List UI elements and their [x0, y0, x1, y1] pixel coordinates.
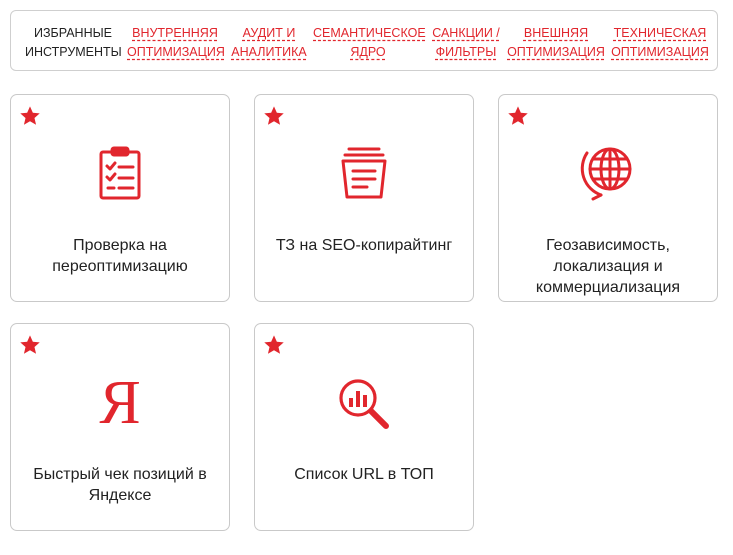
clipboard-checklist-icon: [99, 146, 141, 200]
globe-icon: [580, 147, 632, 201]
yandex-icon: Я: [99, 369, 141, 437]
card-title: Список URL в ТОП: [294, 466, 434, 483]
card-title: ТЗ на SEO-копирайтинг: [275, 237, 453, 254]
card-title: Проверка на переоптимизацию: [52, 237, 188, 275]
card-title: Быстрый чек позиций в Яндексе: [33, 466, 207, 504]
card-title: Геозависимость, локализация и коммерциал…: [535, 237, 681, 296]
tool-card-top-url-list[interactable]: Список URL в ТОП: [254, 323, 474, 531]
nav-favorites-label: ИЗБРАННЫЕ ИНСТРУМЕНТЫ: [25, 26, 122, 59]
tool-card-yandex-position-check[interactable]: Я Быстрый чек позиций в Яндексе: [10, 323, 230, 531]
nav-link-internal-optimization[interactable]: ВНУТРЕННЯЯ ОПТИМИЗАЦИЯ: [127, 24, 225, 62]
nav-link-external-optimization[interactable]: ВНЕШНЯЯ ОПТИМИЗАЦИЯ: [507, 24, 605, 62]
nav-link-technical-optimization[interactable]: ТЕХНИЧЕСКАЯ ОПТИМИЗАЦИЯ: [611, 24, 709, 62]
tool-card-overoptimization-check[interactable]: Проверка на переоптимизацию: [10, 94, 230, 302]
nav-link-semantic-core[interactable]: СЕМАНТИЧЕСКОЕ ЯДРО: [313, 24, 426, 62]
favorite-star-icon[interactable]: [263, 334, 285, 356]
favorite-star-icon[interactable]: [263, 105, 285, 127]
favorite-star-icon[interactable]: [19, 105, 41, 127]
nav-link-sanctions-filters[interactable]: САНКЦИИ / ФИЛЬТРЫ: [431, 24, 501, 62]
tool-card-seo-copywriting-brief[interactable]: ТЗ на SEO-копирайтинг: [254, 94, 474, 302]
favorite-star-icon[interactable]: [507, 105, 529, 127]
favorite-star-icon[interactable]: [19, 334, 41, 356]
tools-nav: ИЗБРАННЫЕ ИНСТРУМЕНТЫ ВНУТРЕННЯЯ ОПТИМИЗ…: [10, 10, 718, 71]
document-stack-icon: [341, 147, 387, 199]
nav-link-audit-analytics[interactable]: АУДИТ И АНАЛИТИКА: [231, 24, 307, 62]
magnifier-chart-icon: [339, 379, 389, 429]
tool-card-geo-localization[interactable]: Геозависимость, локализация и коммерциал…: [498, 94, 718, 302]
